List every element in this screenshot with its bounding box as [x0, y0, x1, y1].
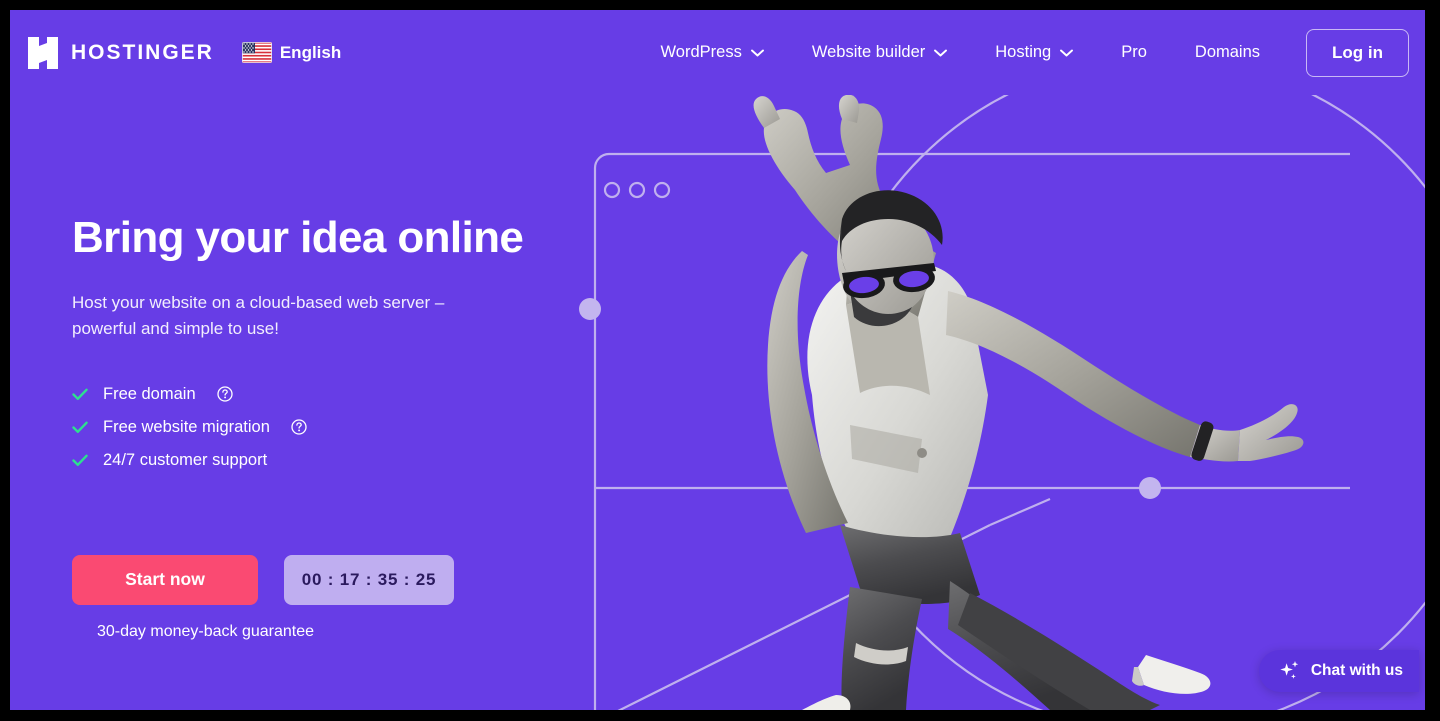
main-navigation: WordPress Website builder Hosting Pro Do…: [637, 28, 1409, 77]
hero-illustration: [550, 95, 1425, 710]
chevron-down-icon: [750, 49, 764, 57]
check-icon: [72, 421, 88, 434]
check-icon: [72, 454, 88, 467]
chevron-down-icon: [1060, 49, 1074, 57]
nav-label: Domains: [1194, 43, 1261, 61]
chat-widget-button[interactable]: Chat with us: [1258, 650, 1419, 692]
countdown-timer: 00 : 17 : 35 : 25: [284, 554, 454, 605]
question-mark-icon[interactable]: [285, 419, 307, 436]
hero-content: Bring your idea online Host your website…: [72, 95, 572, 641]
browser-viewport: HOSTINGER English WordPress Website buil…: [10, 10, 1425, 710]
language-selector[interactable]: English: [241, 42, 342, 63]
us-flag-icon: [241, 42, 272, 63]
nav-item-wordpress[interactable]: WordPress: [637, 33, 788, 72]
feature-label: Free domain: [103, 384, 196, 403]
cta-row: Start now 00 : 17 : 35 : 25: [72, 554, 572, 605]
brand-name: HOSTINGER: [71, 40, 214, 64]
nav-item-domains[interactable]: Domains: [1171, 33, 1284, 72]
page-title: Bring your idea online: [72, 213, 524, 262]
site-header: HOSTINGER English WordPress Website buil…: [10, 10, 1425, 95]
feature-label: Free website migration: [103, 417, 270, 436]
nav-label: Hosting: [995, 43, 1052, 61]
start-now-button[interactable]: Start now: [72, 554, 258, 605]
money-back-guarantee-text: 30-day money-back guarantee: [97, 622, 315, 640]
feature-list: Free domain Free website migration 24/7 …: [72, 385, 572, 470]
list-item: 24/7 customer support: [72, 451, 572, 470]
check-icon: [72, 388, 88, 401]
list-item: Free domain: [72, 385, 572, 404]
nav-label: Website builder: [811, 43, 926, 61]
language-label: English: [279, 42, 342, 62]
hero-subheadline: Host your website on a cloud-based web s…: [72, 293, 445, 339]
brand-logo[interactable]: HOSTINGER: [28, 36, 214, 69]
hostinger-h-logo-icon: [28, 36, 58, 69]
chevron-down-icon: [934, 49, 948, 57]
question-mark-icon[interactable]: [211, 386, 233, 403]
nav-label: WordPress: [660, 43, 742, 61]
nav-item-website-builder[interactable]: Website builder: [788, 33, 971, 72]
chat-widget-label: Chat with us: [1310, 662, 1403, 679]
nav-item-hosting[interactable]: Hosting: [971, 33, 1097, 72]
nav-label: Pro: [1121, 43, 1147, 61]
list-item: Free website migration: [72, 418, 572, 437]
sparkles-icon: [1279, 660, 1301, 682]
nav-item-pro[interactable]: Pro: [1097, 33, 1171, 72]
feature-label: 24/7 customer support: [103, 450, 268, 469]
login-button[interactable]: Log in: [1306, 28, 1409, 77]
